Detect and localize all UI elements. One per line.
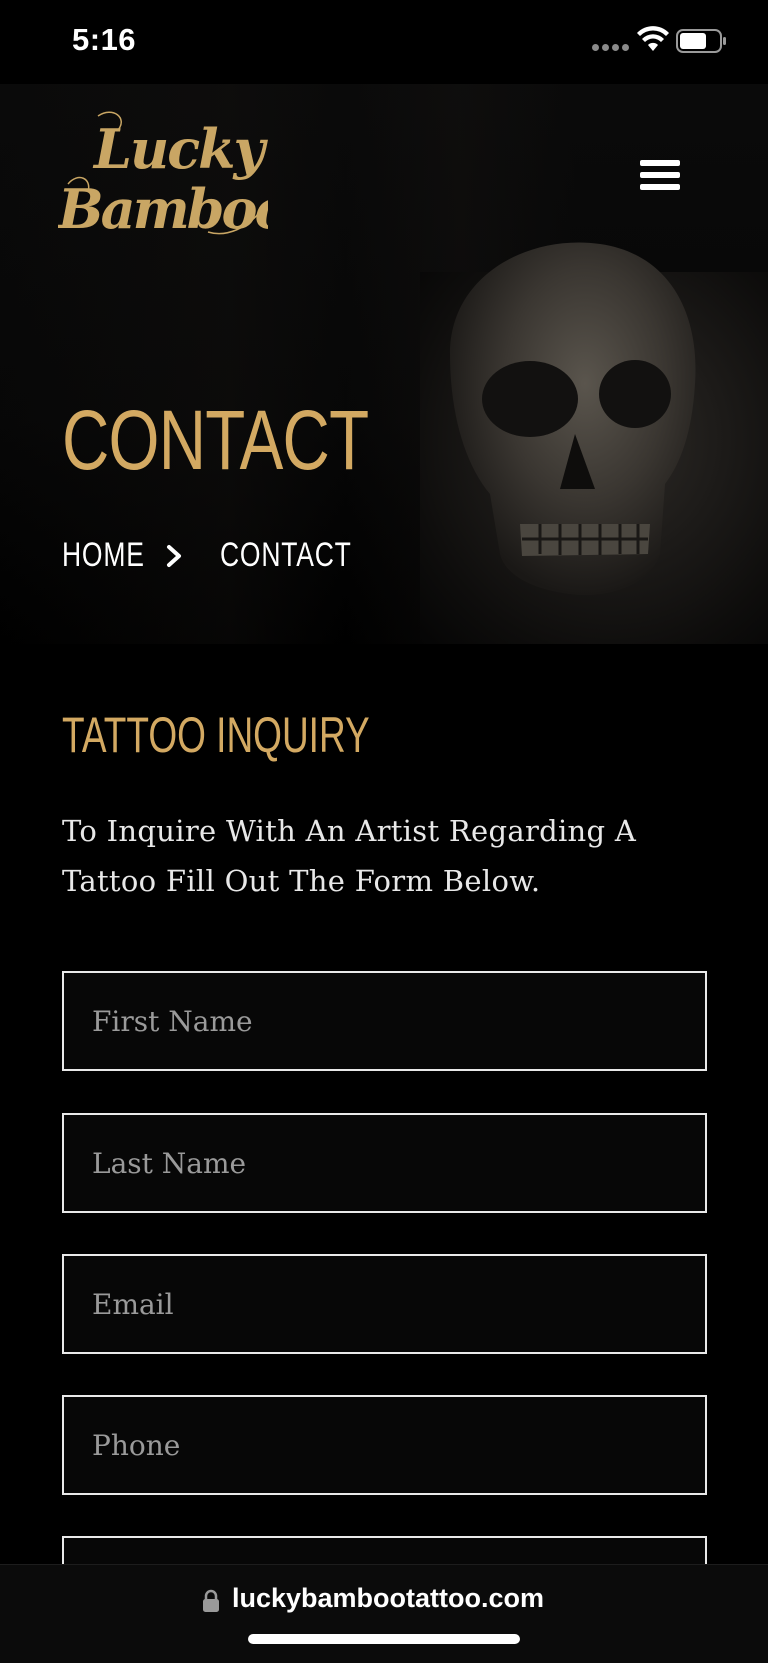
status-bar: 5:16 [0, 0, 768, 84]
chevron-right-icon [167, 544, 181, 567]
section-title: TATTOO INQUIRY [62, 707, 370, 763]
svg-text:Lucky: Lucky [92, 117, 268, 181]
phone-field-box [62, 1395, 707, 1495]
status-time: 5:16 [72, 22, 137, 57]
first-name-field-box [62, 971, 707, 1071]
url-text[interactable]: luckybambootattoo.com [232, 1583, 544, 1614]
hamburger-icon[interactable] [640, 160, 680, 196]
email-field-box [62, 1254, 707, 1354]
phone-input[interactable] [64, 1397, 705, 1493]
lock-icon [203, 1589, 219, 1612]
breadcrumb: HOME CONTACT [62, 536, 389, 575]
breadcrumb-home-link[interactable]: HOME [62, 536, 144, 575]
lucky-bamboo-logo[interactable]: Lucky Bamboo [58, 106, 268, 246]
wifi-icon [637, 26, 669, 51]
browser-url-bar[interactable]: luckybambootattoo.com [0, 1564, 768, 1663]
skull-image [450, 242, 696, 595]
breadcrumb-current: CONTACT [220, 536, 352, 574]
section-description: To Inquire With An Artist Regarding A Ta… [62, 814, 637, 898]
page-title: CONTACT [62, 393, 369, 487]
email-input[interactable] [64, 1256, 705, 1352]
last-name-input[interactable] [64, 1115, 705, 1211]
cellular-signal-icon [592, 44, 632, 52]
battery-icon [676, 29, 726, 53]
last-name-field-box [62, 1113, 707, 1213]
home-indicator[interactable] [248, 1634, 520, 1644]
first-name-input[interactable] [64, 973, 705, 1069]
svg-text:Bamboo: Bamboo [58, 177, 268, 241]
